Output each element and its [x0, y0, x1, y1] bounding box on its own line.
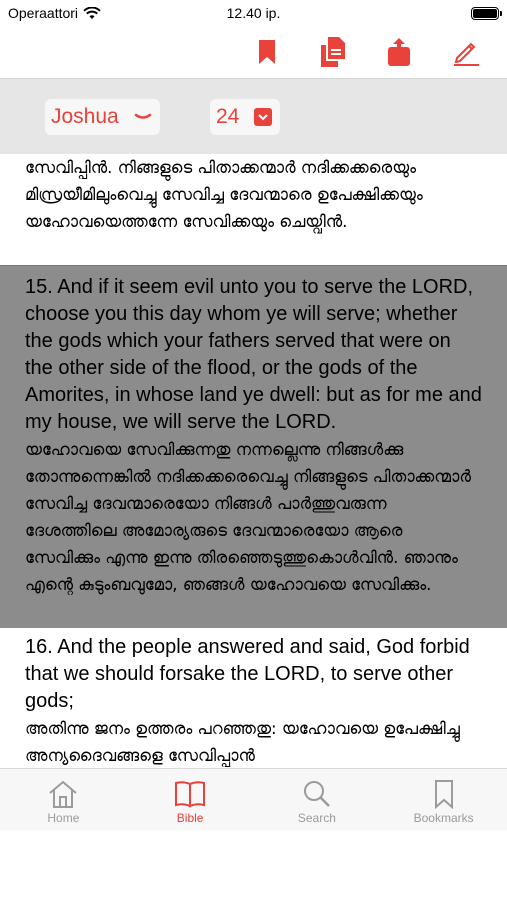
chapter-picker[interactable]: 24 [210, 99, 280, 135]
bookmark-button[interactable] [249, 34, 285, 70]
tab-bookmarks[interactable]: Bookmarks [380, 769, 507, 830]
tab-search[interactable]: Search [254, 769, 381, 830]
chevron-down-icon [134, 113, 152, 119]
verse-malayalam-text: സേവിപ്പിൻ. നിങ്ങളുടെ പിതാക്കന്മാർ നദിക്ക… [25, 158, 423, 231]
book-picker[interactable]: Joshua [45, 99, 160, 135]
battery-icon [471, 7, 499, 20]
share-button[interactable] [381, 34, 417, 70]
tab-label: Home [47, 811, 80, 825]
book-name: Joshua [51, 105, 119, 128]
verse-15-selected[interactable]: 15. And if it seem evil unto you to serv… [0, 265, 507, 628]
search-icon [303, 781, 330, 807]
edit-icon [454, 42, 479, 66]
home-icon [49, 780, 78, 808]
book-chapter-selector: Joshua 24 [0, 78, 507, 154]
verse-english-text: 16. And the people answered and said, Go… [25, 636, 470, 712]
tab-bar: Home Bible Search Bookmarks [0, 768, 507, 830]
bookmark-icon [259, 40, 275, 64]
chapter-number: 24 [216, 105, 240, 128]
bookmark-icon [434, 780, 453, 809]
status-bar: Operaattori 12.40 ip. [0, 0, 507, 30]
copy-button[interactable] [315, 34, 351, 70]
verse-malayalam-text: അതിന്നു ജനം ഉത്തരം പറഞ്ഞതു: യഹോവയെ ഉപേക്… [25, 719, 460, 765]
tab-label: Bookmarks [413, 811, 474, 825]
verse-malayalam-text: യഹോവയെ സേവിക്കുന്നതു നന്നല്ലെന്നു നിങ്ങൾ… [25, 440, 471, 594]
tab-bible[interactable]: Bible [127, 769, 254, 830]
tab-label: Search [297, 811, 336, 825]
verse-list[interactable]: സേവിപ്പിൻ. നിങ്ങളുടെ പിതാക്കന്മാർ നദിക്ക… [0, 154, 507, 768]
toolbar [0, 30, 507, 78]
copy-icon [321, 37, 345, 67]
verse-16[interactable]: 16. And the people answered and said, Go… [0, 628, 507, 768]
tab-home[interactable]: Home [0, 769, 127, 830]
book-icon [175, 781, 206, 808]
share-icon [388, 38, 410, 66]
verse-english-text: 15. And if it seem evil unto you to serv… [25, 276, 482, 433]
tab-label: Bible [176, 811, 204, 825]
verse-14[interactable]: സേവിപ്പിൻ. നിങ്ങളുടെ പിതാക്കന്മാർ നദിക്ക… [0, 154, 507, 265]
status-time: 12.40 ip. [226, 5, 281, 21]
chevron-down-icon [254, 108, 272, 126]
edit-button[interactable] [448, 34, 484, 70]
